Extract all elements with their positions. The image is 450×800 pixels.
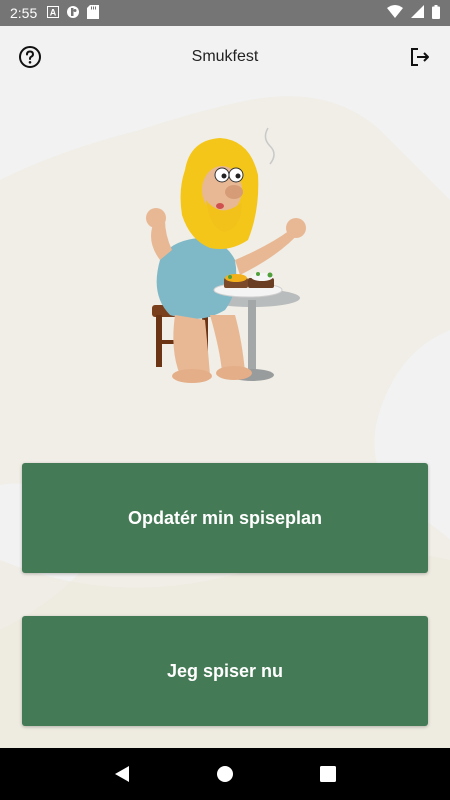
status-time: 2:55 [10,5,38,21]
status-bar: 2:55 A [0,0,450,26]
home-icon[interactable] [213,762,237,786]
back-icon[interactable] [110,762,134,786]
mascot-eating-illustration [146,127,306,383]
data-saver-icon [66,5,80,22]
wifi-icon [387,5,403,21]
svg-text:A: A [50,8,57,18]
help-icon[interactable] [18,45,42,69]
a-icon: A [47,5,60,21]
update-meal-plan-button[interactable]: Opdatér min spiseplan [22,463,428,573]
app-title: Smukfest [191,48,259,65]
signal-icon [411,5,424,21]
recents-icon[interactable] [316,762,340,786]
battery-icon [432,4,440,22]
logout-icon[interactable] [408,45,432,69]
app-bar: Smukfest [0,26,450,88]
sd-card-icon [87,4,100,22]
navigation-bar [0,748,450,800]
eat-now-button[interactable]: Jeg spiser nu [22,616,428,726]
